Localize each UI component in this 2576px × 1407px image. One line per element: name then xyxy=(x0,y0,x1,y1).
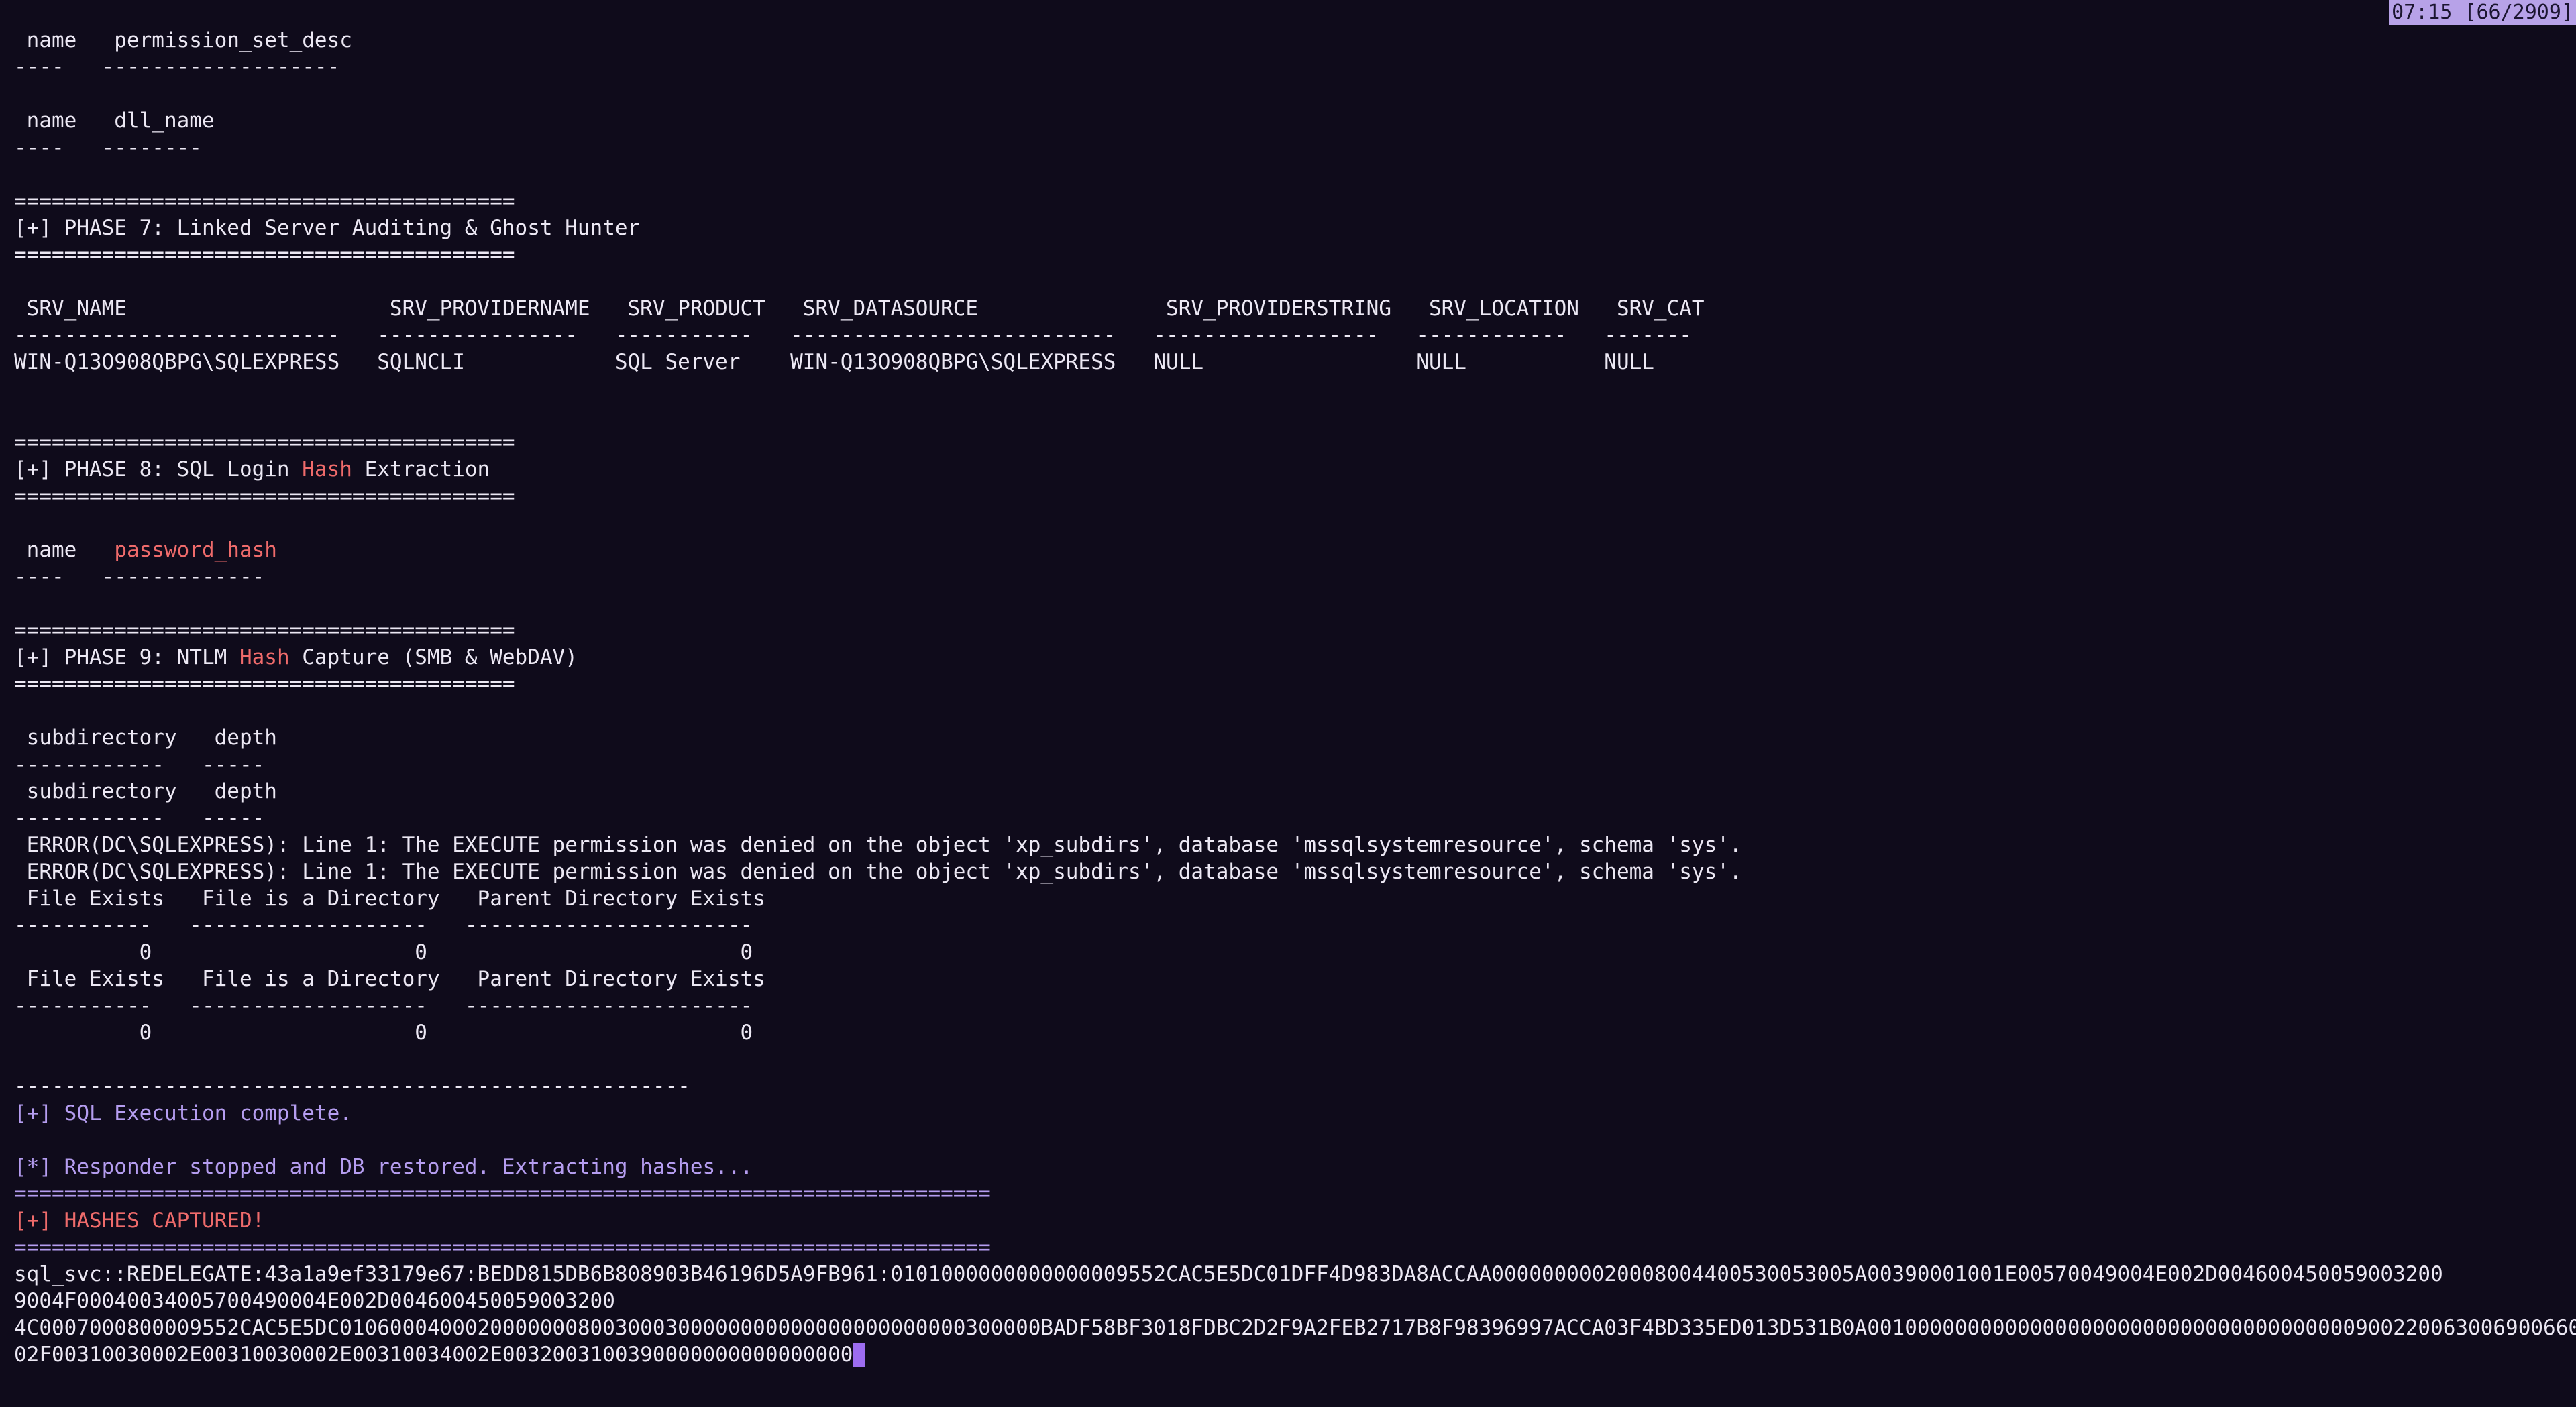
terminal-text: Capture (SMB & WebDAV) xyxy=(289,645,578,669)
terminal-line: ======================================== xyxy=(14,431,515,455)
terminal-line: [+] PHASE 7: Linked Server Auditing & Gh… xyxy=(14,216,641,240)
terminal-line: [+] PHASE 9: NTLM Hash Capture (SMB & We… xyxy=(14,644,2576,671)
terminal-line: ========================================… xyxy=(14,1182,991,1206)
highlighted-term: Hash xyxy=(302,457,352,482)
hash-text: sql_svc::REDELEGATE:43a1a9ef33179e67:BED… xyxy=(14,1262,2443,1286)
terminal-line: -------------------------- -------------… xyxy=(14,323,1692,347)
terminal-line: [*] Responder stopped and DB restored. E… xyxy=(14,1155,753,1179)
terminal-line: ======================================== xyxy=(14,618,515,642)
terminal-line: ----------- ------------------- --------… xyxy=(14,994,753,1018)
terminal-line: 0 0 0 xyxy=(14,940,753,964)
terminal-text: [+] PHASE 8: SQL Login xyxy=(14,457,303,482)
terminal-line: ------------ ----- xyxy=(14,752,265,777)
terminal-text: Extraction xyxy=(352,457,490,482)
terminal-line: ------------ ----- xyxy=(14,806,265,830)
terminal-line: ======================================== xyxy=(14,484,515,508)
status-bar-time: 07:15 [66/2909] xyxy=(2389,0,2576,25)
terminal-line: ======================================== xyxy=(14,189,515,213)
terminal-output: name permission_set_desc ---- -----------… xyxy=(14,27,2576,1368)
terminal-text: [+] PHASE 9: NTLM xyxy=(14,645,239,669)
terminal-line: File Exists File is a Directory Parent D… xyxy=(14,967,765,991)
hash-output-line: 02F00310030002E00310030002E00310034002E0… xyxy=(14,1341,2576,1368)
terminal-line: ========================================… xyxy=(14,1235,991,1259)
hash-text: 4C0007000800009552CAC5E5DC01060004000200… xyxy=(14,1316,2576,1340)
terminal-line: subdirectory depth xyxy=(14,779,277,803)
terminal-text: name xyxy=(14,538,115,562)
terminal-line: ERROR(DC\SQLEXPRESS): Line 1: The EXECUT… xyxy=(14,833,1742,857)
terminal-line: ---- ------------- xyxy=(14,565,265,589)
terminal-line: [+] PHASE 8: SQL Login Hash Extraction xyxy=(14,456,2576,483)
hash-output-line: sql_svc::REDELEGATE:43a1a9ef33179e67:BED… xyxy=(14,1261,2576,1288)
terminal-line: ======================================== xyxy=(14,243,515,267)
terminal-line: subdirectory depth xyxy=(14,726,277,750)
terminal-line: name dll_name xyxy=(14,109,215,133)
terminal-line: ======================================== xyxy=(14,672,515,696)
highlighted-term: Hash xyxy=(239,645,290,669)
terminal-line: [+] SQL Execution complete. xyxy=(14,1101,352,1125)
terminal-line: ERROR(DC\SQLEXPRESS): Line 1: The EXECUT… xyxy=(14,860,1742,884)
terminal-line: File Exists File is a Directory Parent D… xyxy=(14,887,765,911)
hash-text: 9004F00040034005700490004E002D0046004500… xyxy=(14,1289,615,1313)
highlighted-term: password_hash xyxy=(114,538,277,562)
terminal-cursor xyxy=(853,1342,865,1367)
terminal-line: ----------- ------------------- --------… xyxy=(14,913,753,938)
terminal-line: [+] HASHES CAPTURED! xyxy=(14,1208,265,1233)
terminal-line: ----------------------------------------… xyxy=(14,1074,690,1099)
hash-output-line: 4C0007000800009552CAC5E5DC01060004000200… xyxy=(14,1314,2576,1341)
terminal-line: 0 0 0 xyxy=(14,1021,753,1045)
terminal-line: ---- ------------------- xyxy=(14,55,340,79)
terminal-line: ---- -------- xyxy=(14,135,202,160)
terminal-line: WIN-Q13O908QBPG\SQLEXPRESS SQLNCLI SQL S… xyxy=(14,350,1654,374)
terminal-line: name permission_set_desc xyxy=(14,28,352,52)
hash-text: 02F00310030002E00310030002E00310034002E0… xyxy=(14,1343,853,1367)
terminal-line: name password_hash xyxy=(14,537,2576,563)
hash-output-line: 9004F00040034005700490004E002D0046004500… xyxy=(14,1288,2576,1314)
terminal-line: SRV_NAME SRV_PROVIDERNAME SRV_PRODUCT SR… xyxy=(14,296,1705,321)
